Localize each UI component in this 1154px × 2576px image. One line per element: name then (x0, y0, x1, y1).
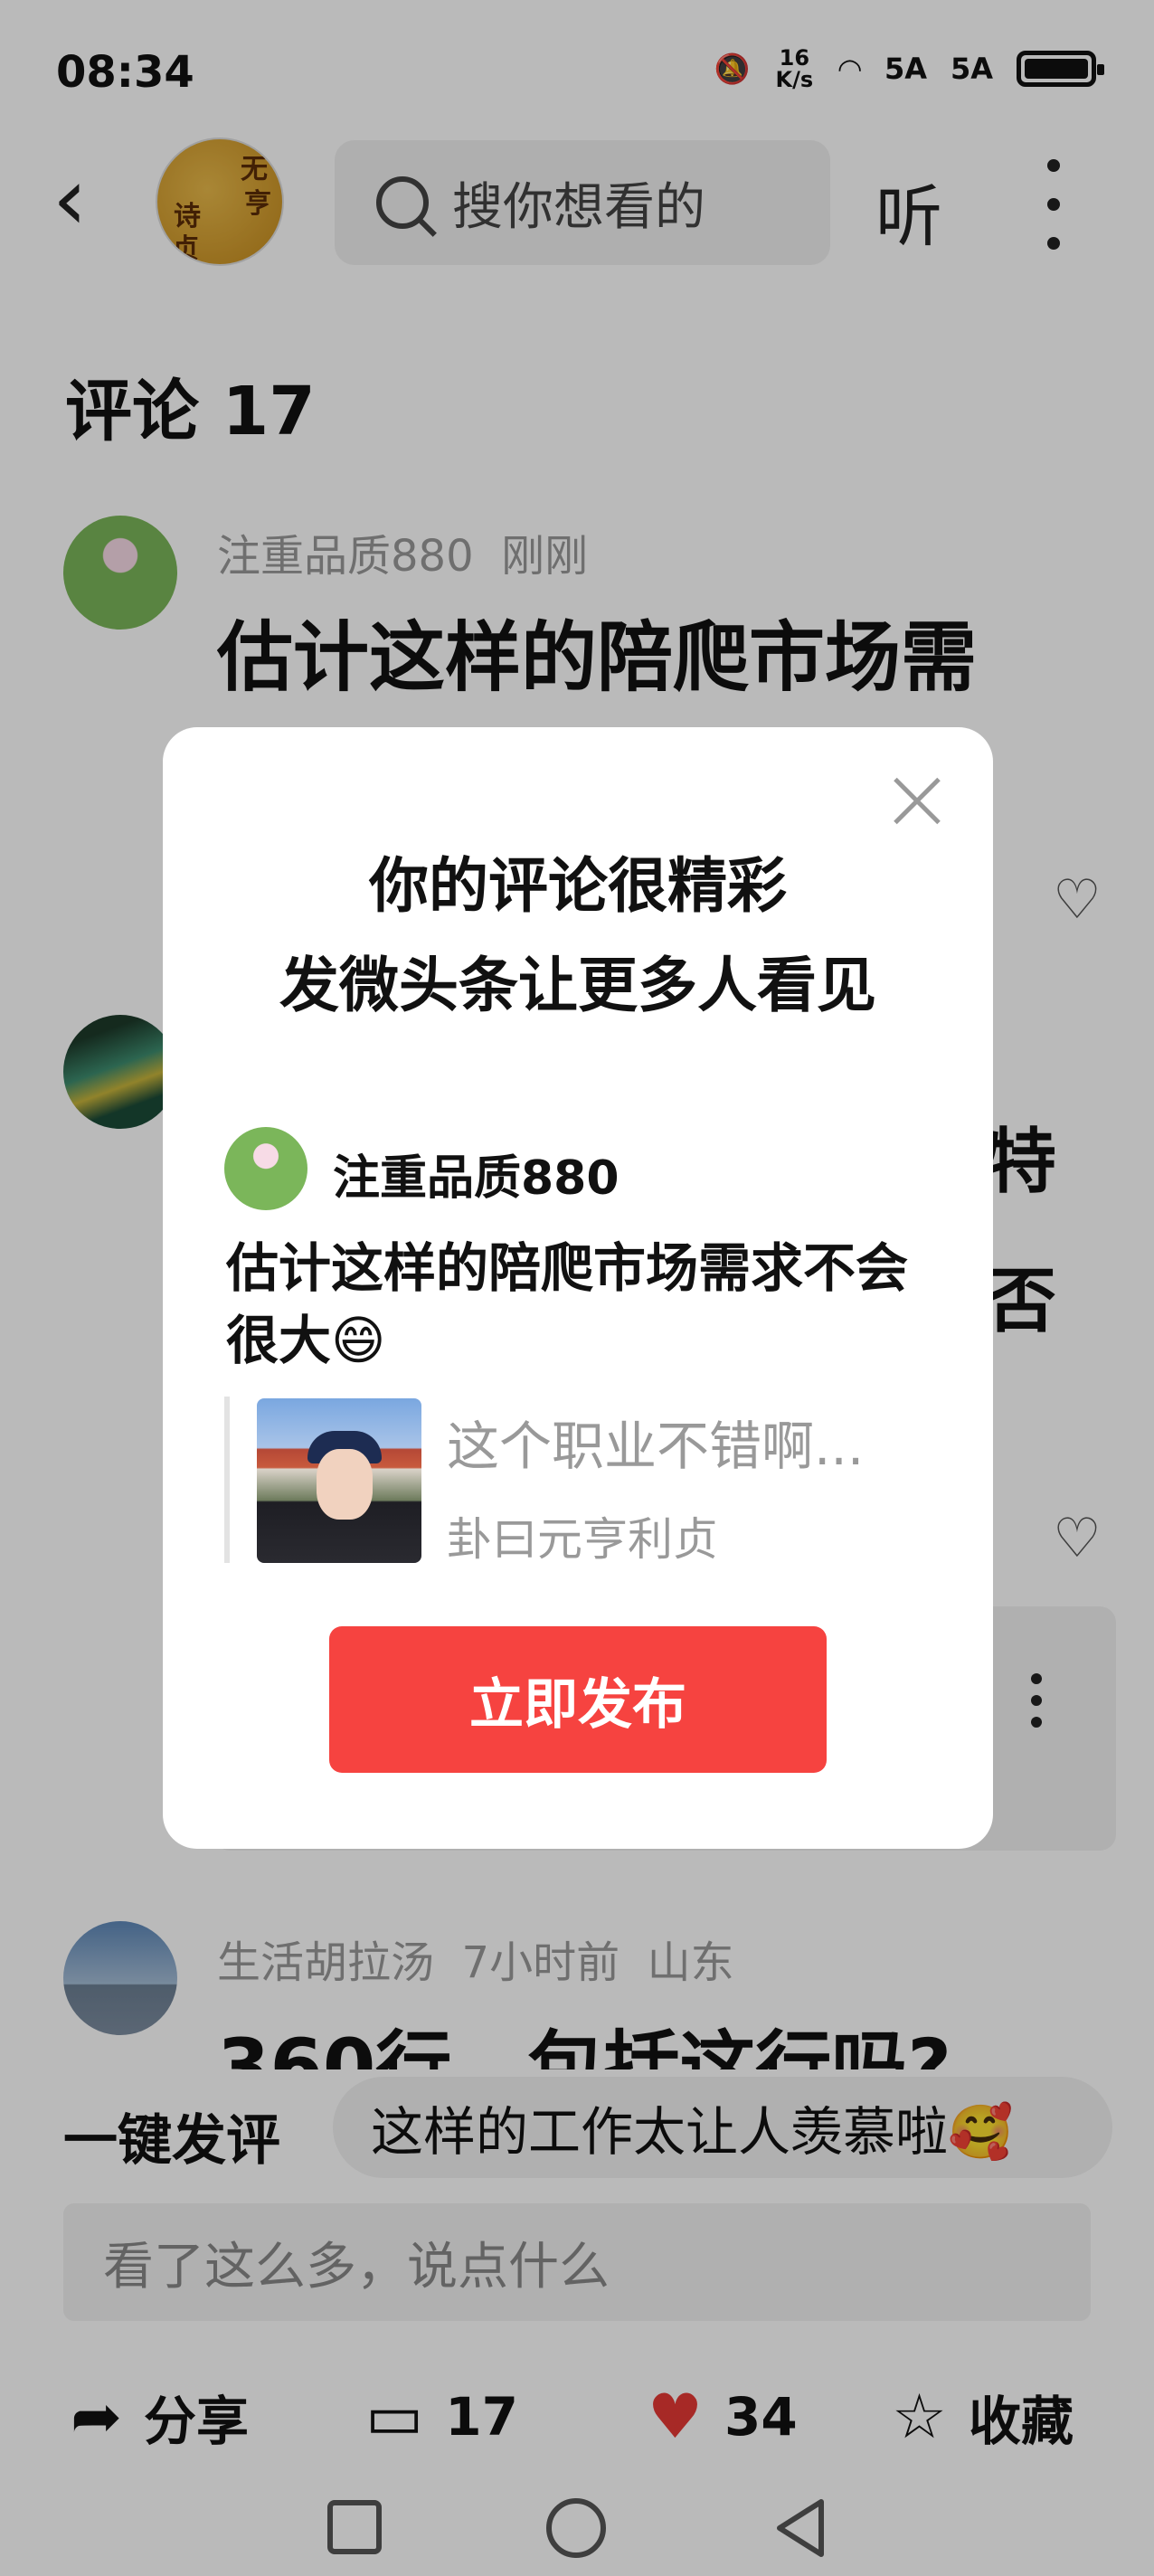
dialog-title-line2: 发微头条让更多人看见 (279, 951, 876, 1020)
dialog-title-line1: 你的评论很精彩 (369, 851, 787, 921)
publish-button[interactable]: 立即发布 (329, 1626, 827, 1773)
close-icon[interactable] (892, 776, 942, 827)
quote-thumbnail (257, 1398, 421, 1563)
quote-title: 这个职业不错啊... (447, 1416, 865, 1477)
dialog-comment-text: 估计这样的陪爬市场需求不会很大😄 (226, 1237, 909, 1371)
dialog-avatar (224, 1127, 307, 1210)
quote-author: 卦曰元亨利贞 (447, 1513, 718, 1566)
dialog-username: 注重品质880 (333, 1151, 620, 1206)
quote-divider (224, 1397, 230, 1563)
